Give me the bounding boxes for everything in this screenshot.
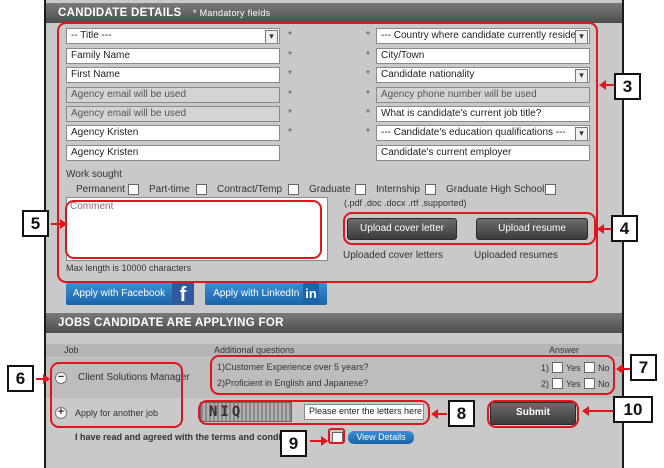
callout-8: 8 — [448, 400, 475, 427]
arrowhead-4 — [597, 224, 604, 234]
callout-3: 3 — [614, 73, 641, 100]
annotation-box-10 — [487, 400, 579, 428]
arrowhead-5 — [60, 219, 67, 229]
terms-text: I have read and agreed with the terms an… — [75, 432, 282, 442]
callout-10: 10 — [613, 396, 653, 423]
linkedin-icon: in — [303, 283, 319, 304]
arrowhead-10 — [582, 406, 589, 416]
candidate-details-header: CANDIDATE DETAILS * Mandatory fields — [46, 3, 622, 23]
mandatory-note: * Mandatory fields — [193, 8, 271, 18]
arrowhead-8 — [431, 409, 438, 419]
arrow-7 — [622, 368, 630, 370]
jobs-header: JOBS CANDIDATE ARE APPLYING FOR — [46, 313, 622, 333]
apply-with-linkedin-button[interactable]: Apply with LinkedIn in — [205, 283, 327, 305]
annotation-box-5 — [65, 200, 322, 259]
jobs-section-title: JOBS CANDIDATE ARE APPLYING FOR — [58, 317, 284, 329]
annotation-box-4 — [343, 212, 596, 245]
apply-with-facebook-button[interactable]: Apply with Facebook f — [66, 283, 194, 306]
col-answer: Answer — [549, 345, 580, 355]
annotation-box-6 — [50, 362, 183, 428]
arrowhead-9 — [321, 436, 328, 446]
annotation-box-7 — [210, 355, 615, 395]
callout-4: 4 — [611, 215, 638, 242]
callout-9: 9 — [280, 430, 307, 457]
callout-5: 5 — [22, 210, 49, 237]
arrowhead-7 — [616, 364, 623, 374]
arrow-8 — [437, 413, 447, 415]
annotation-box-8 — [198, 400, 430, 425]
facebook-icon: f — [172, 283, 194, 306]
arrowhead-3 — [599, 80, 606, 90]
arrow-10 — [588, 410, 614, 412]
col-job: Job — [64, 345, 79, 355]
callout-6: 6 — [7, 365, 34, 392]
section-title: CANDIDATE DETAILS — [58, 7, 182, 19]
callout-7: 7 — [630, 354, 657, 381]
view-details-button[interactable]: View Details — [348, 431, 414, 444]
col-questions: Additional questions — [214, 345, 295, 355]
linkedin-button-label: Apply with LinkedIn — [213, 288, 300, 300]
annotation-box-9 — [328, 428, 345, 444]
facebook-button-label: Apply with Facebook — [72, 288, 166, 299]
arrowhead-6 — [43, 374, 50, 384]
